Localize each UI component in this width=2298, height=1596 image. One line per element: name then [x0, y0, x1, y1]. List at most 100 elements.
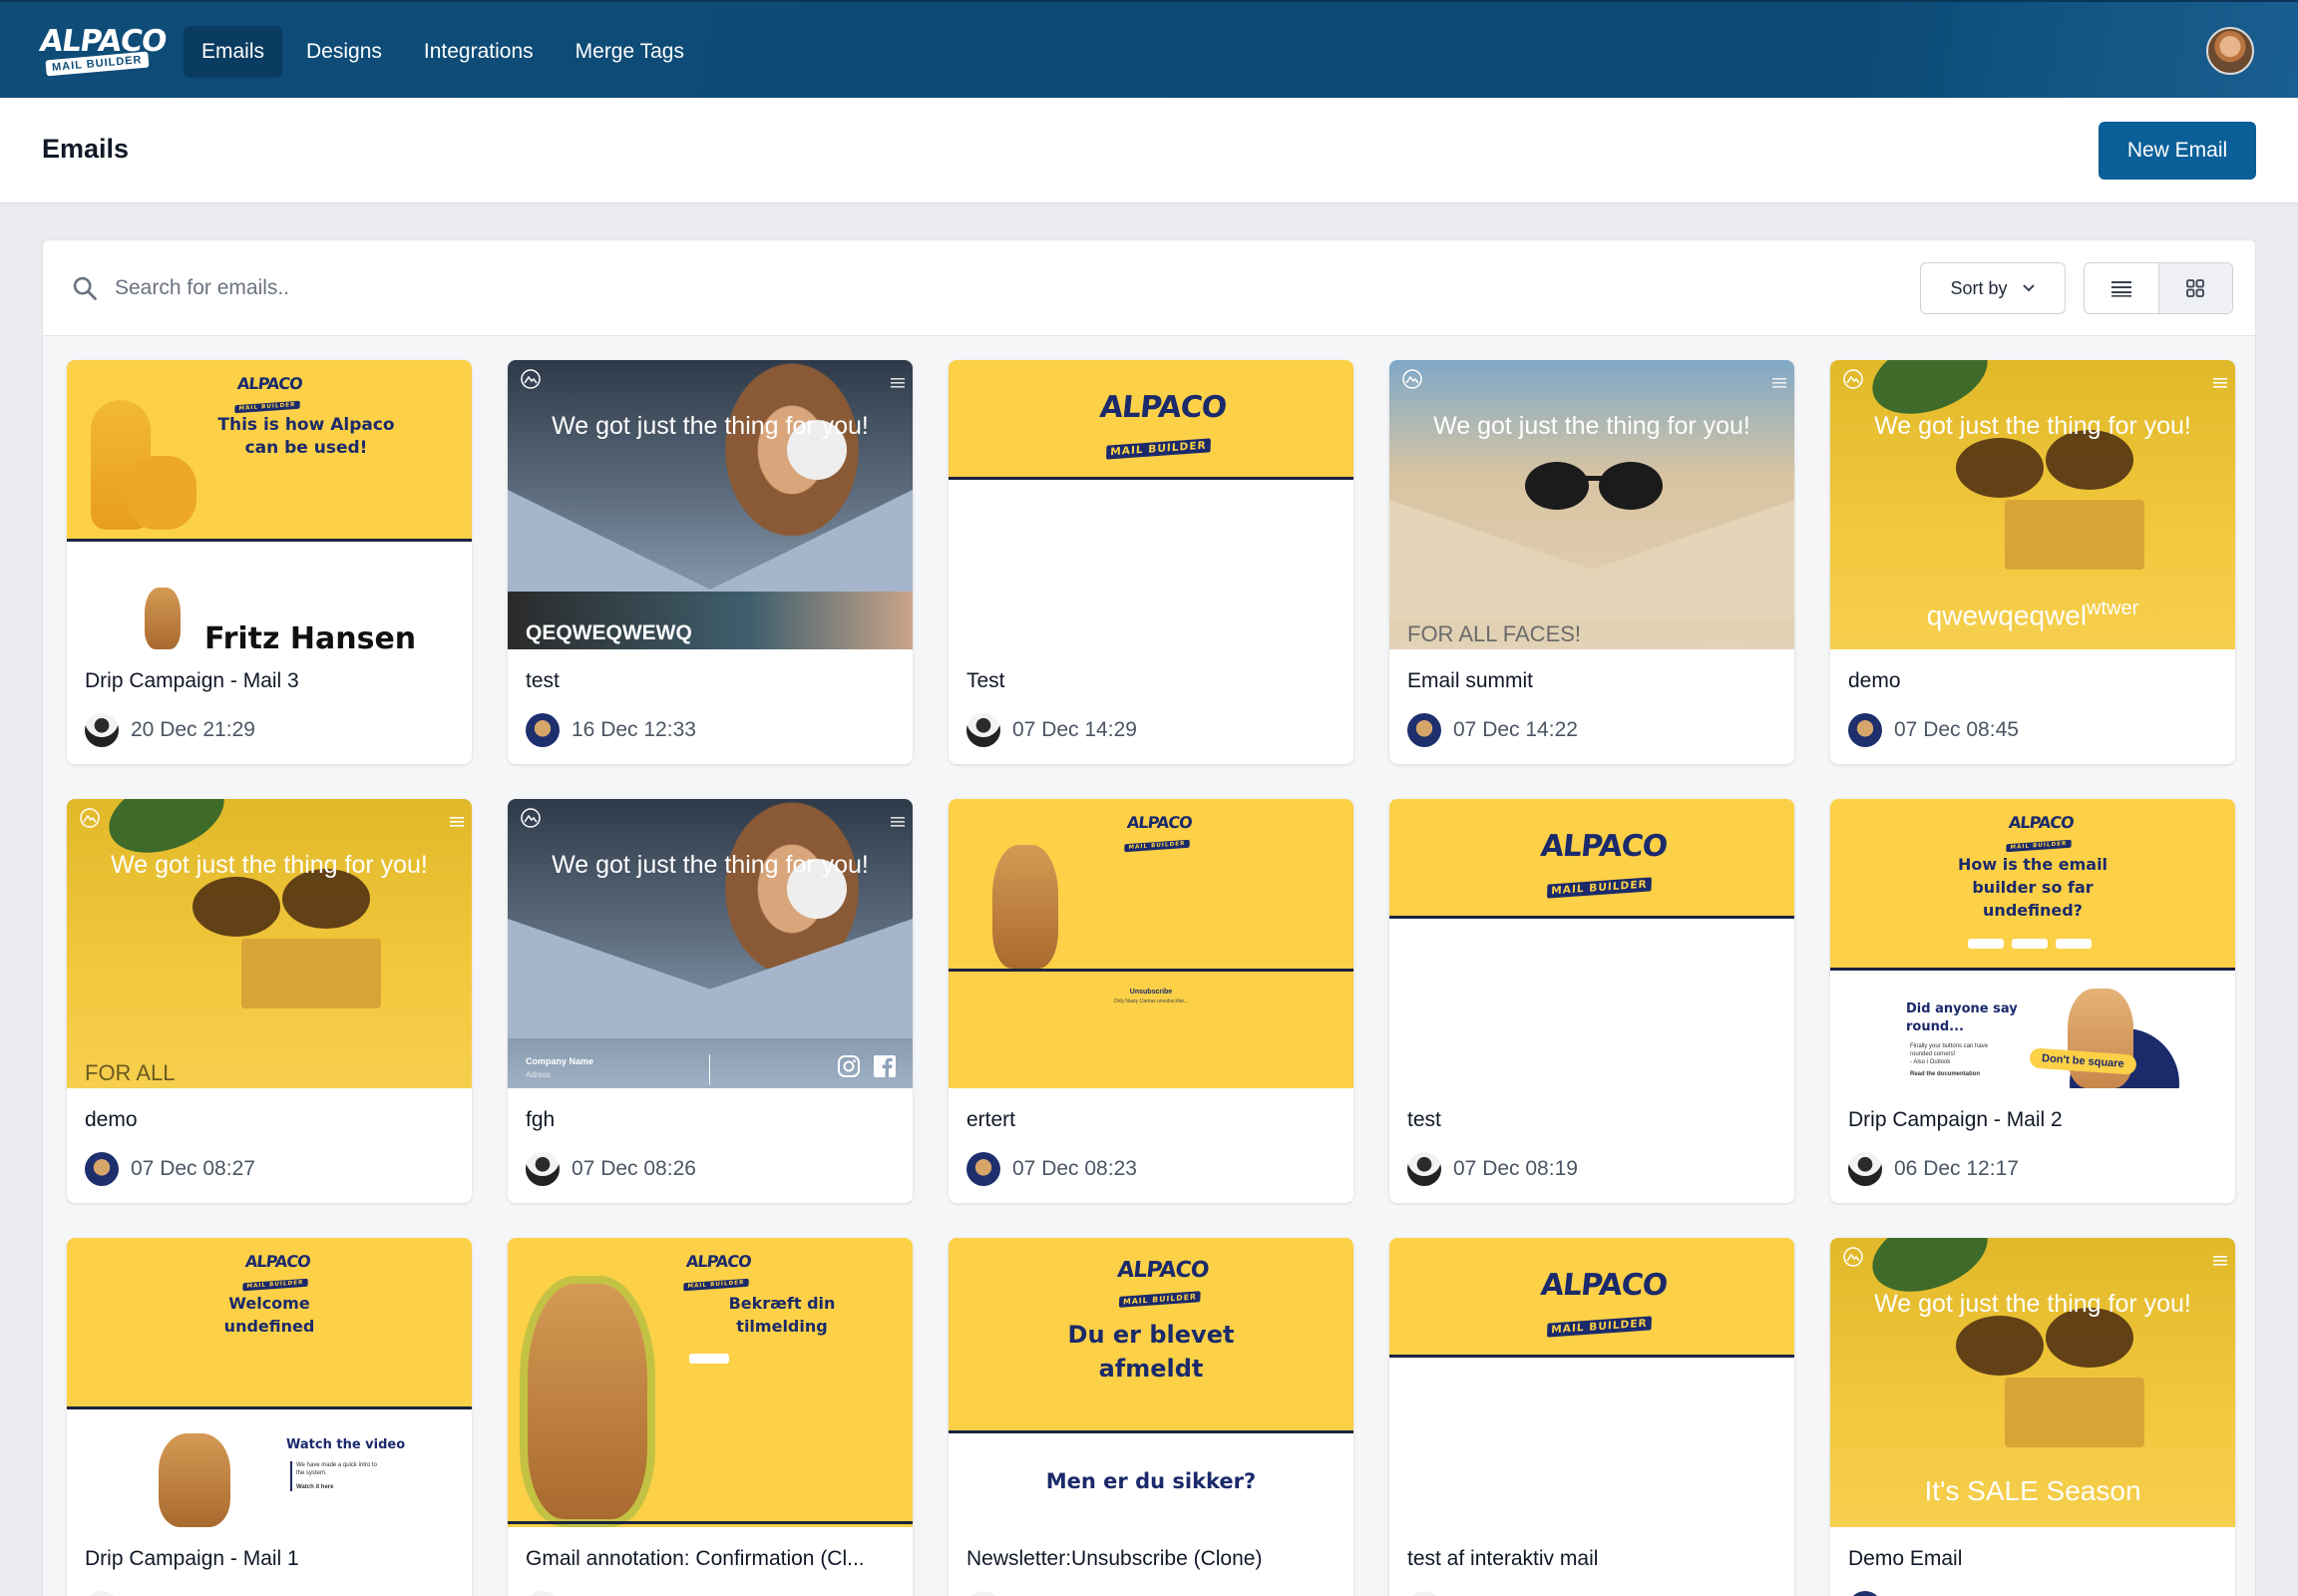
alpaco-logo[interactable]: ALPACO MAIL BUILDER	[38, 24, 169, 80]
email-card[interactable]: ALPACO MAIL BUILDER Unsubscribe Only Nast…	[949, 799, 1353, 1203]
owner-avatar	[1848, 713, 1882, 747]
email-card[interactable]: We got just the thing for you! QEQWEQWEW…	[508, 360, 913, 764]
email-meta: 07 Dec 14:22	[1407, 713, 1578, 747]
owner-avatar	[1848, 1152, 1882, 1186]
email-card[interactable]: ALPACO MAIL BUILDER Test 07 Dec 14:29	[949, 360, 1353, 764]
confirm-question: Men er du sikker?	[1045, 1469, 1257, 1493]
list-view-button[interactable]	[2085, 263, 2159, 313]
round-body: - Also i Outlook	[1910, 1059, 1951, 1065]
email-meta: 07 Dec 08:23	[966, 1152, 1137, 1186]
email-card[interactable]: ALPACO MAIL BUILDER Welcome undefined Wat…	[67, 1238, 472, 1596]
sort-by-dropdown[interactable]: Sort by	[1920, 262, 2066, 314]
owner-avatar	[85, 1152, 119, 1186]
welcome-heading: undefined	[223, 1317, 315, 1336]
email-card[interactable]: ALPACO MAIL BUILDER test af interaktiv ma…	[1389, 1238, 1794, 1596]
sort-by-label: Sort by	[1950, 277, 2008, 298]
email-date: 06 Dec 12:17	[1894, 1157, 2019, 1180]
search-icon	[73, 276, 97, 300]
email-card[interactable]: We got just the thing for you! Company N…	[508, 799, 913, 1203]
logo-wordmark: ALPACO	[37, 24, 169, 59]
instagram-icon[interactable]	[837, 1054, 861, 1078]
box-illustration	[241, 939, 381, 1008]
template-hero-text: We got just the thing for you!	[1433, 412, 1750, 440]
search-input[interactable]	[115, 264, 1012, 312]
email-meta: 20 Dec 21:29	[85, 713, 255, 747]
email-title: Email summit	[1407, 669, 1534, 692]
email-meta	[1848, 1591, 1882, 1596]
email-date: 07 Dec 14:29	[1012, 718, 1137, 741]
owner-avatar	[966, 713, 1000, 747]
email-thumbnail: ALPACO MAIL BUILDER	[949, 360, 1353, 649]
grid-view-button[interactable]	[2158, 263, 2232, 313]
top-navigation-bar: ALPACO MAIL BUILDER Emails Designs Integ…	[0, 0, 2298, 98]
decorative-shape	[1389, 500, 1794, 619]
footer-main: qwewqeqwel	[1926, 599, 2088, 631]
round-heading: Did anyone say	[1906, 1001, 2018, 1016]
nav-merge-tags[interactable]: Merge Tags	[558, 26, 702, 78]
company-logo-icon	[1843, 369, 1863, 389]
email-title: test af interaktiv mail	[1407, 1547, 1599, 1570]
email-card[interactable]: ALPACO MAIL BUILDER Bekræft din tilmeldin…	[508, 1238, 913, 1596]
template-footer-text: QEQWEQWEWQ	[526, 621, 692, 644]
email-meta	[966, 1591, 1000, 1596]
unsubscribed-heading: Du er blevet	[1067, 1321, 1235, 1349]
video-body: We have made a quick intro to	[296, 1462, 377, 1468]
company-logo-icon	[521, 369, 541, 389]
email-date: 07 Dec 08:19	[1453, 1157, 1578, 1180]
rating-buttons	[1968, 939, 2092, 949]
owner-avatar	[966, 1591, 1000, 1596]
email-date: 07 Dec 08:45	[1894, 718, 2019, 741]
template-divider	[508, 1521, 913, 1524]
email-card[interactable]: ALPACO MAIL BUILDER How is the email buil…	[1830, 799, 2235, 1203]
owner-avatar	[1848, 1591, 1882, 1596]
email-title: Drip Campaign - Mail 1	[85, 1547, 299, 1570]
email-card[interactable]: We got just the thing for you! qwewqeqwe…	[1830, 360, 2235, 764]
email-card[interactable]: ALPACO MAIL BUILDER Du er blevet afmeldt …	[949, 1238, 1353, 1596]
email-thumbnail: We got just the thing for you! QEQWEQWEW…	[508, 360, 913, 649]
template-footer-text: It's SALE Season	[1924, 1475, 2141, 1506]
search-toolbar: Sort by	[43, 240, 2255, 336]
menu-icon	[891, 817, 905, 827]
list-view-icon	[2110, 281, 2131, 297]
company-logo-icon	[1402, 369, 1422, 389]
email-meta: 07 Dec 08:26	[526, 1152, 696, 1186]
owner-avatar	[526, 1591, 560, 1596]
owner-avatar	[1407, 1591, 1441, 1596]
email-thumbnail: ALPACO MAIL BUILDER How is the email buil…	[1830, 799, 2235, 1088]
email-card[interactable]: ALPACO MAIL BUILDER This is how Alpaco ca…	[67, 360, 472, 764]
email-thumbnail: We got just the thing for you! It's SALE…	[1830, 1238, 2235, 1527]
template-question: undefined?	[1983, 901, 2083, 920]
email-card[interactable]: We got just the thing for you! FOR ALL F…	[1389, 360, 1794, 764]
email-card[interactable]: We got just the thing for you! It's SALE…	[1830, 1238, 2235, 1596]
facebook-icon[interactable]	[873, 1054, 897, 1078]
nav-emails[interactable]: Emails	[184, 26, 283, 78]
email-thumbnail: We got just the thing for you! FOR ALL	[67, 799, 472, 1088]
email-thumbnail: ALPACO MAIL BUILDER Welcome undefined Wat…	[67, 1238, 472, 1527]
email-thumbnail: We got just the thing for you! FOR ALL F…	[1389, 360, 1794, 649]
email-title: Newsletter:Unsubscribe (Clone)	[966, 1547, 1263, 1570]
round-heading: round...	[1906, 1019, 1964, 1034]
owner-avatar	[526, 713, 560, 747]
nav-designs[interactable]: Designs	[288, 26, 400, 78]
alpaca-illustration	[159, 1433, 230, 1527]
email-date: 16 Dec 12:33	[572, 718, 696, 741]
template-logo: ALPACO MAIL BUILDER	[234, 374, 303, 414]
menu-icon	[2213, 378, 2227, 388]
email-card[interactable]: ALPACO MAIL BUILDER test 07 Dec 08:19	[1389, 799, 1794, 1203]
footer-superscript: wtwer	[2087, 598, 2139, 619]
user-avatar[interactable]	[2206, 27, 2254, 75]
menu-icon	[891, 378, 905, 388]
new-email-button[interactable]: New Email	[2099, 122, 2256, 180]
email-thumbnail: We got just the thing for you! Company N…	[508, 799, 913, 1088]
email-card[interactable]: We got just the thing for you! FOR ALL d…	[67, 799, 472, 1203]
template-footer-text: FOR ALL	[85, 1060, 176, 1085]
footer-company-name: Company Name	[526, 1056, 594, 1066]
email-date: 07 Dec 08:27	[131, 1157, 255, 1180]
menu-icon	[2213, 1256, 2227, 1266]
nav-integrations[interactable]: Integrations	[406, 26, 552, 78]
video-heading: Watch the video	[286, 1437, 406, 1452]
email-meta: 16 Dec 12:33	[526, 713, 696, 747]
email-thumbnail: ALPACO MAIL BUILDER Du er blevet afmeldt …	[949, 1238, 1353, 1527]
template-logo: ALPACO MAIL BUILDER	[1098, 390, 1228, 460]
unsubscribed-heading: afmeldt	[1098, 1355, 1204, 1383]
